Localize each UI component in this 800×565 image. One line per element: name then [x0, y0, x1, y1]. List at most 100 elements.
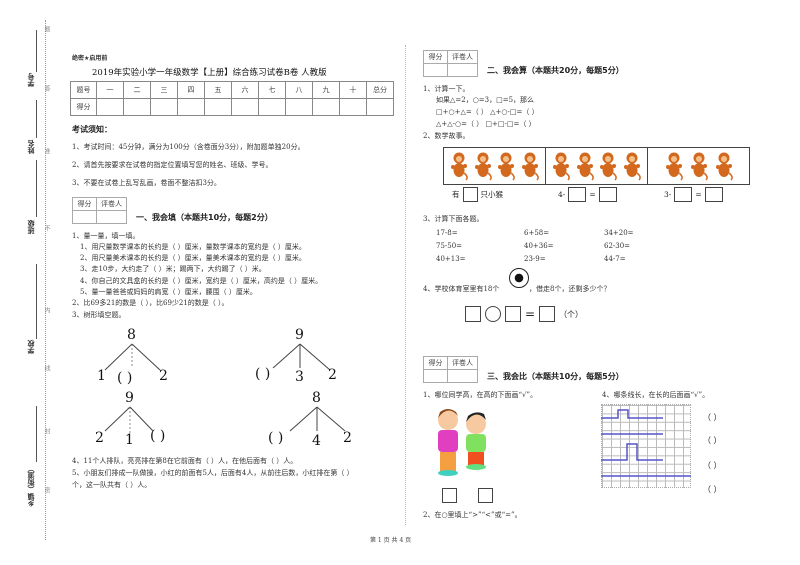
score-table-column-header: 三 [150, 81, 178, 99]
tree-child: 2 [95, 430, 104, 446]
cut-mark: 线 [43, 365, 50, 371]
answer-box[interactable] [462, 187, 478, 202]
monkey-icon [450, 152, 468, 181]
answer-box[interactable] [704, 187, 723, 202]
answer-paren[interactable]: （ ） [703, 460, 722, 471]
note-item: 1、考试时间：45分钟，满分为100分（含卷面分3分），附加题单独20分。 [72, 143, 305, 151]
question-line: 个，这一队共有（ ）人。 [72, 481, 152, 489]
answer-box[interactable] [442, 488, 457, 503]
score-cell[interactable] [96, 98, 124, 116]
score-cell[interactable] [312, 98, 340, 116]
score-cell[interactable] [285, 98, 313, 116]
answer-paren[interactable]: （ ） [703, 435, 722, 446]
answer-box[interactable] [505, 306, 521, 322]
question-line: 2、用尺量美术课本的长约是（ ）厘米，量美术课本的宽约是（ ）厘米。 [80, 254, 306, 262]
tree-top: 9 [295, 327, 304, 343]
question-line: 5、小朋友们排成一队做操，小红的前面有5人，后面有4人，从前往后数，小红排在第（… [72, 469, 354, 477]
score-table-column-header: 七 [258, 81, 286, 99]
tree-child: 3 [295, 369, 304, 385]
grader-score-label: 得分 [423, 356, 448, 370]
score-cell[interactable] [177, 98, 205, 116]
grader-score-label: 得分 [423, 50, 448, 64]
monkey-icon [576, 152, 594, 181]
number-tree: 8 ( ) 4 2 [265, 390, 355, 453]
question-line: 如果△=2，○=3，□=5，那么 [436, 96, 535, 104]
grader-score-cell [423, 63, 448, 77]
story-label: = [589, 190, 596, 199]
story-label: 只小猴 [480, 190, 504, 199]
question-line: 2、数学故事。 [423, 132, 470, 140]
notes-heading: 考试须知： [72, 125, 112, 134]
score-table-column-header: 九 [312, 81, 340, 99]
cut-mark: 内 [43, 307, 50, 313]
score-table-column-header: 总分 [366, 81, 394, 99]
tree-child-blank[interactable]: ( ) [268, 430, 283, 446]
score-table-row-label: 题号 [70, 81, 97, 99]
score-table-row-label: 得分 [70, 98, 97, 116]
tree-child: 4 [312, 433, 321, 449]
grader-score-cell [72, 210, 97, 224]
name-label: 姓名 [27, 140, 35, 154]
question-line: 1、用尺量数学课本的长约是（ ）厘米，量数学课本的宽约是（ ）厘米。 [80, 243, 306, 251]
question-line: △+△-○=（ ） □+□-□=（ ） [436, 120, 536, 128]
grader-name-label: 评卷人 [447, 356, 478, 370]
tree-top: 9 [125, 390, 134, 406]
score-table: 题号一二三四五六七八九十总分 得分 [70, 81, 394, 116]
answer-paren[interactable]: （ ） [703, 412, 722, 423]
equation-template: = （个） [465, 306, 583, 322]
score-cell[interactable] [258, 98, 286, 116]
tree-top: 8 [127, 327, 136, 343]
score-table-column-header: 二 [123, 81, 151, 99]
section2-title: 二、我会算（本题共20分，每题5分） [487, 66, 624, 75]
score-cell[interactable] [150, 98, 178, 116]
binding-cut-line [45, 20, 46, 540]
student-id-line [36, 30, 37, 72]
grader-name-cell [447, 369, 478, 383]
score-table-column-header: 八 [285, 81, 313, 99]
cut-mark: 准 [43, 148, 50, 154]
answer-box[interactable] [568, 187, 587, 202]
tree-child: 2 [343, 430, 352, 446]
operator-circle[interactable] [485, 306, 501, 322]
tree-child-blank[interactable]: ( ) [117, 370, 132, 386]
grader-name-label: 评卷人 [96, 197, 127, 211]
question-line: □+○+△=（ ） △+○-□=（ ） [436, 108, 539, 116]
score-cell[interactable] [366, 98, 394, 116]
answer-paren[interactable]: （ ） [703, 484, 722, 495]
question-line: 1、哪位同学高，在高的下面画“√”。 [423, 391, 538, 399]
score-cell[interactable] [123, 98, 151, 116]
tree-child-blank[interactable]: ( ) [150, 428, 165, 444]
question-line: 4、学校体育室里有18个 [423, 285, 500, 293]
calc-item: 44-7= [604, 255, 626, 263]
girl-shirt [438, 430, 458, 452]
grader-box: 得分 评卷人 [423, 356, 478, 383]
answer-box[interactable] [674, 187, 693, 202]
answer-box[interactable] [465, 306, 481, 322]
unit-label: （个） [559, 309, 584, 319]
answer-box[interactable] [478, 488, 493, 503]
grader-name-cell [447, 63, 478, 77]
score-cell[interactable] [339, 98, 367, 116]
girl-shoes [438, 470, 458, 476]
score-cell[interactable] [204, 98, 232, 116]
score-table-score-row: 得分 [70, 98, 394, 116]
calc-item: 34+20= [604, 229, 634, 237]
cut-mark: 题 [43, 26, 50, 32]
question-line: 4、11个人排队，亮亮排在第8在它前面有（ ）人，在他后面有（ ）人。 [72, 457, 298, 465]
tree-child: 1 [97, 368, 106, 384]
question-line: 3、计算下面各题。 [423, 215, 484, 223]
monkey-icon [498, 152, 516, 181]
calc-item: 40+36= [524, 242, 554, 250]
score-cell[interactable] [231, 98, 259, 116]
question-line: 3、走10步，大约走了（ ）米；踢两下，大约踢了（ ）米。 [80, 265, 266, 273]
grader-box: 得分 评卷人 [72, 197, 127, 224]
tree-child: 2 [328, 367, 337, 383]
question-line: 4、哪条线长，在长的后面画“√”。 [602, 391, 710, 399]
monkey-icon [665, 152, 683, 181]
answer-box[interactable] [598, 187, 617, 202]
tree-child-blank[interactable]: ( ) [255, 366, 270, 382]
section1-title: 一、我会填（本题共10分，每题2分） [136, 213, 273, 222]
answer-box[interactable] [539, 306, 556, 322]
cut-mark: 不 [43, 225, 50, 231]
line-segment-3 [601, 443, 663, 461]
